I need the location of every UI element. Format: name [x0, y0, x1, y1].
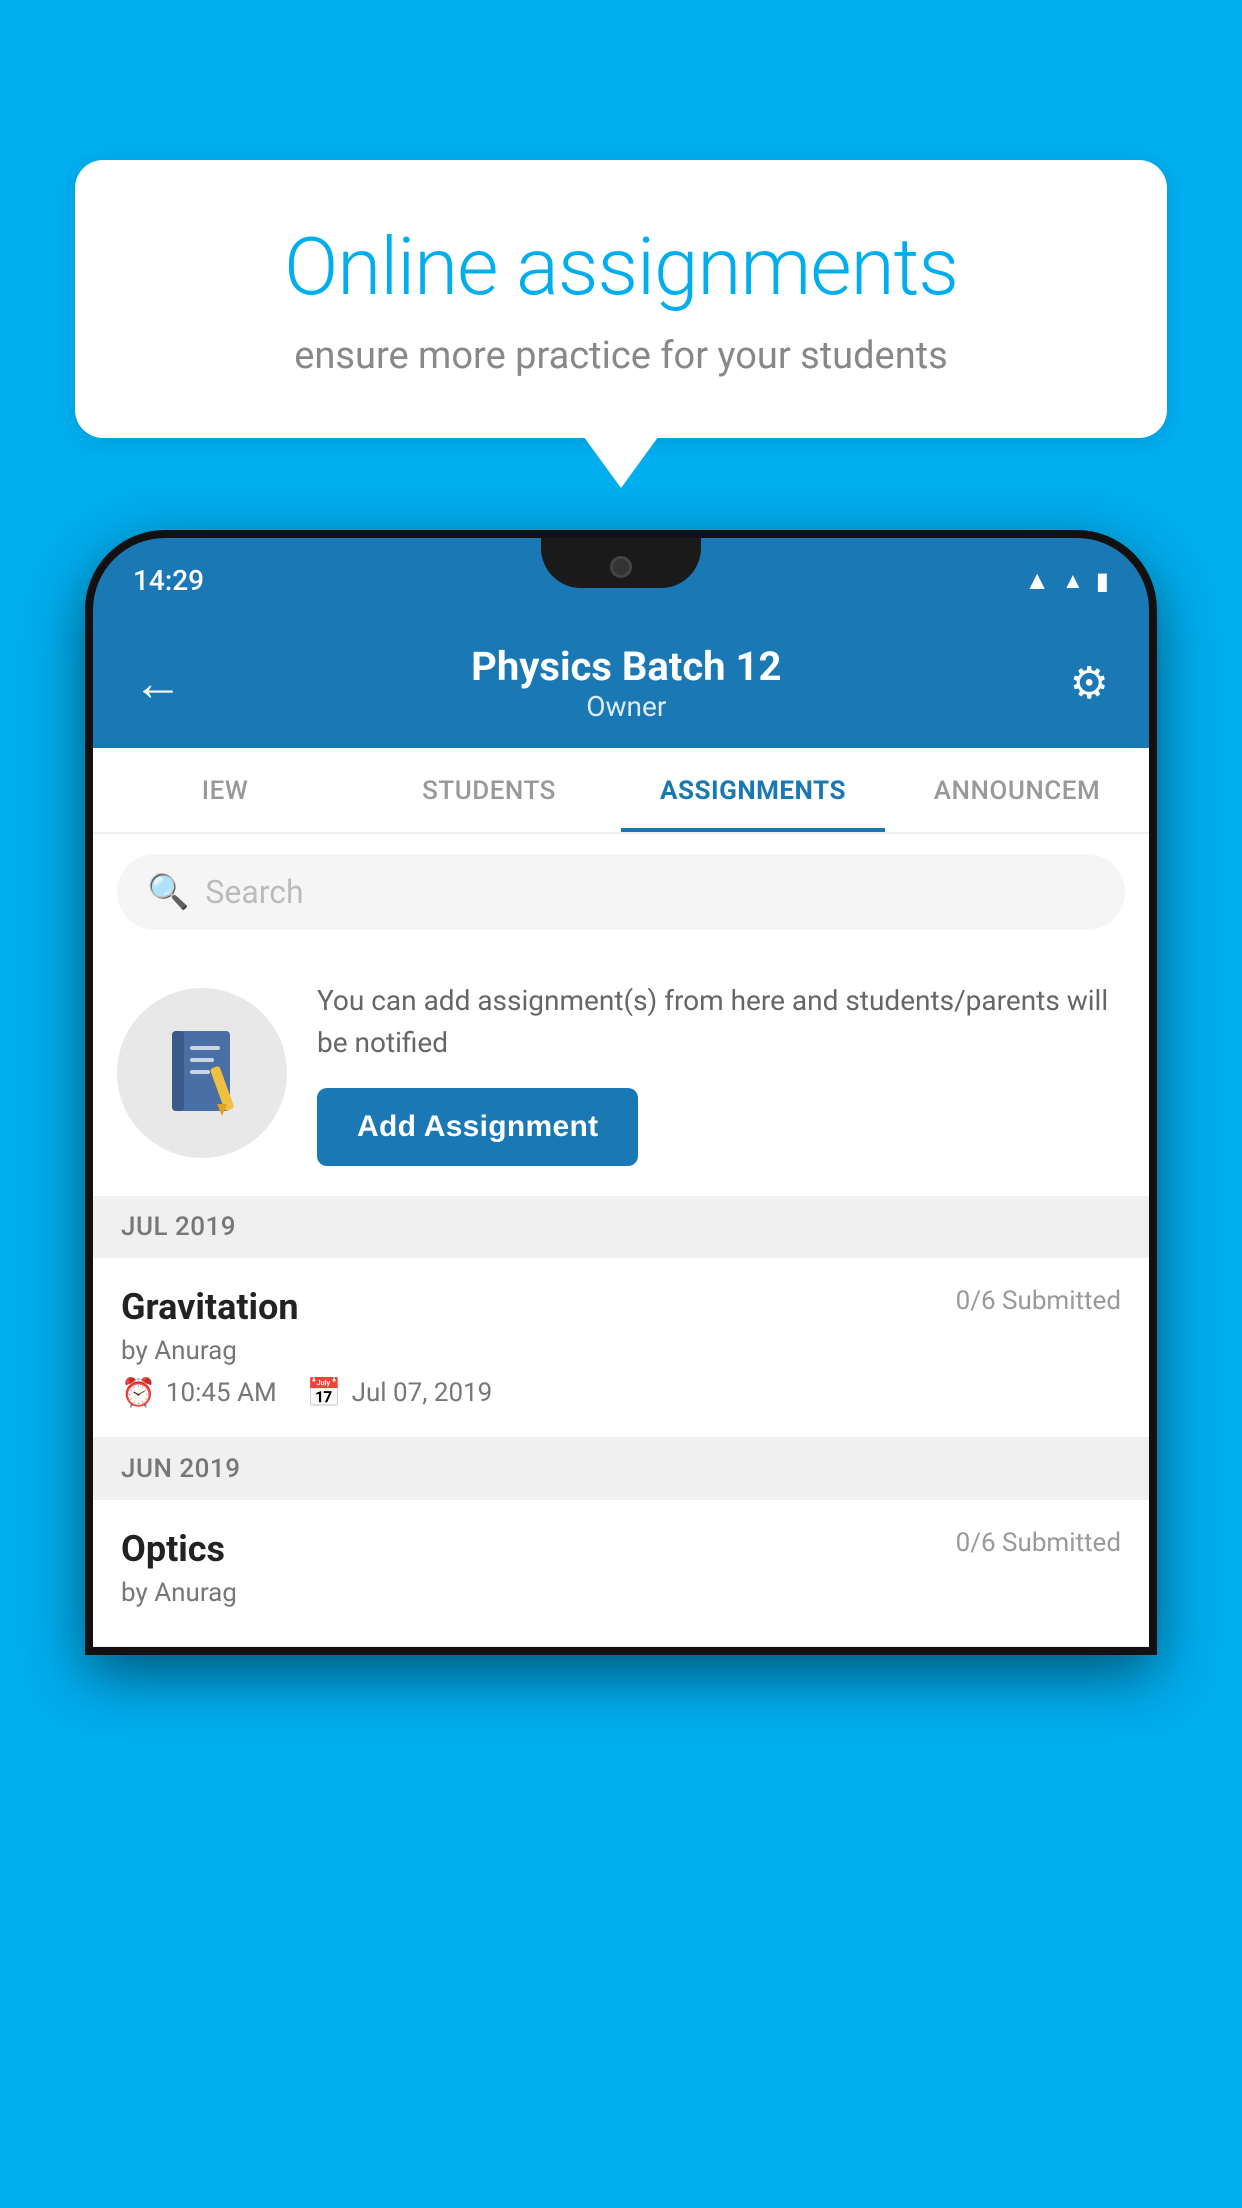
tab-students[interactable]: STUDENTS — [357, 748, 621, 832]
camera-icon — [610, 556, 632, 578]
back-button[interactable]: ← — [133, 654, 183, 713]
tab-iew[interactable]: IEW — [93, 748, 357, 832]
promo-description: You can add assignment(s) from here and … — [317, 980, 1125, 1064]
tab-announcements[interactable]: ANNOUNCEM — [885, 748, 1149, 832]
assignment-name: Gravitation — [121, 1286, 299, 1328]
wifi-icon: ▲ — [1024, 565, 1050, 596]
speech-bubble: Online assignments ensure more practice … — [75, 160, 1167, 438]
assignment-time-meta: ⏰ 10:45 AM — [121, 1376, 277, 1409]
assignment-time: 10:45 AM — [166, 1378, 277, 1408]
search-icon: 🔍 — [147, 872, 189, 912]
assignment-item-optics[interactable]: Optics 0/6 Submitted by Anurag — [93, 1500, 1149, 1647]
batch-title: Physics Batch 12 — [471, 643, 781, 690]
promo-icon-circle — [117, 988, 287, 1158]
phone-container: 14:29 ▲ ▲ ▮ ← Physics Batch 12 Owner ⚙ — [85, 530, 1157, 2208]
tabs-bar: IEW STUDENTS ASSIGNMENTS ANNOUNCEM — [93, 748, 1149, 834]
assignment-name-optics: Optics — [121, 1528, 225, 1570]
phone-content: 🔍 Search — [93, 834, 1149, 1647]
assignment-row-top-optics: Optics 0/6 Submitted — [121, 1528, 1121, 1570]
status-bar: 14:29 ▲ ▲ ▮ — [93, 538, 1149, 623]
assignment-row-top: Gravitation 0/6 Submitted — [121, 1286, 1121, 1328]
submitted-badge-optics: 0/6 Submitted — [956, 1528, 1121, 1558]
bubble-subtitle: ensure more practice for your students — [145, 334, 1097, 378]
settings-button[interactable]: ⚙ — [1070, 657, 1109, 709]
search-bar-wrap: 🔍 Search — [93, 834, 1149, 950]
speech-bubble-container: Online assignments ensure more practice … — [75, 160, 1167, 438]
assignment-meta: ⏰ 10:45 AM 📅 Jul 07, 2019 — [121, 1376, 1121, 1409]
batch-subtitle: Owner — [471, 690, 781, 723]
assignment-by: by Anurag — [121, 1336, 1121, 1366]
notebook-icon — [162, 1026, 242, 1121]
clock-icon: ⏰ — [121, 1376, 156, 1409]
add-assignment-button[interactable]: Add Assignment — [317, 1088, 638, 1166]
signal-icon: ▲ — [1062, 568, 1084, 594]
assignment-date-meta: 📅 Jul 07, 2019 — [307, 1376, 493, 1409]
assignment-date: Jul 07, 2019 — [352, 1378, 493, 1408]
tab-assignments[interactable]: ASSIGNMENTS — [621, 748, 885, 832]
header-title-area: Physics Batch 12 Owner — [471, 643, 781, 723]
assignment-item-gravitation[interactable]: Gravitation 0/6 Submitted by Anurag ⏰ 10… — [93, 1258, 1149, 1438]
battery-icon: ▮ — [1096, 567, 1109, 595]
phone-notch — [541, 538, 701, 588]
app-header: ← Physics Batch 12 Owner ⚙ — [93, 623, 1149, 748]
assignment-by-optics: by Anurag — [121, 1578, 1121, 1608]
search-placeholder: Search — [205, 873, 303, 911]
month-separator-jul: JUL 2019 — [93, 1196, 1149, 1258]
calendar-icon: 📅 — [307, 1376, 342, 1409]
search-bar[interactable]: 🔍 Search — [117, 854, 1125, 930]
phone-frame: 14:29 ▲ ▲ ▮ ← Physics Batch 12 Owner ⚙ — [85, 530, 1157, 1655]
submitted-badge: 0/6 Submitted — [956, 1286, 1121, 1316]
promo-text-area: You can add assignment(s) from here and … — [317, 980, 1125, 1166]
promo-section: You can add assignment(s) from here and … — [93, 950, 1149, 1196]
status-time: 14:29 — [133, 564, 204, 597]
status-icons: ▲ ▲ ▮ — [1024, 565, 1109, 596]
month-separator-jun: JUN 2019 — [93, 1438, 1149, 1500]
bubble-title: Online assignments — [145, 220, 1097, 314]
